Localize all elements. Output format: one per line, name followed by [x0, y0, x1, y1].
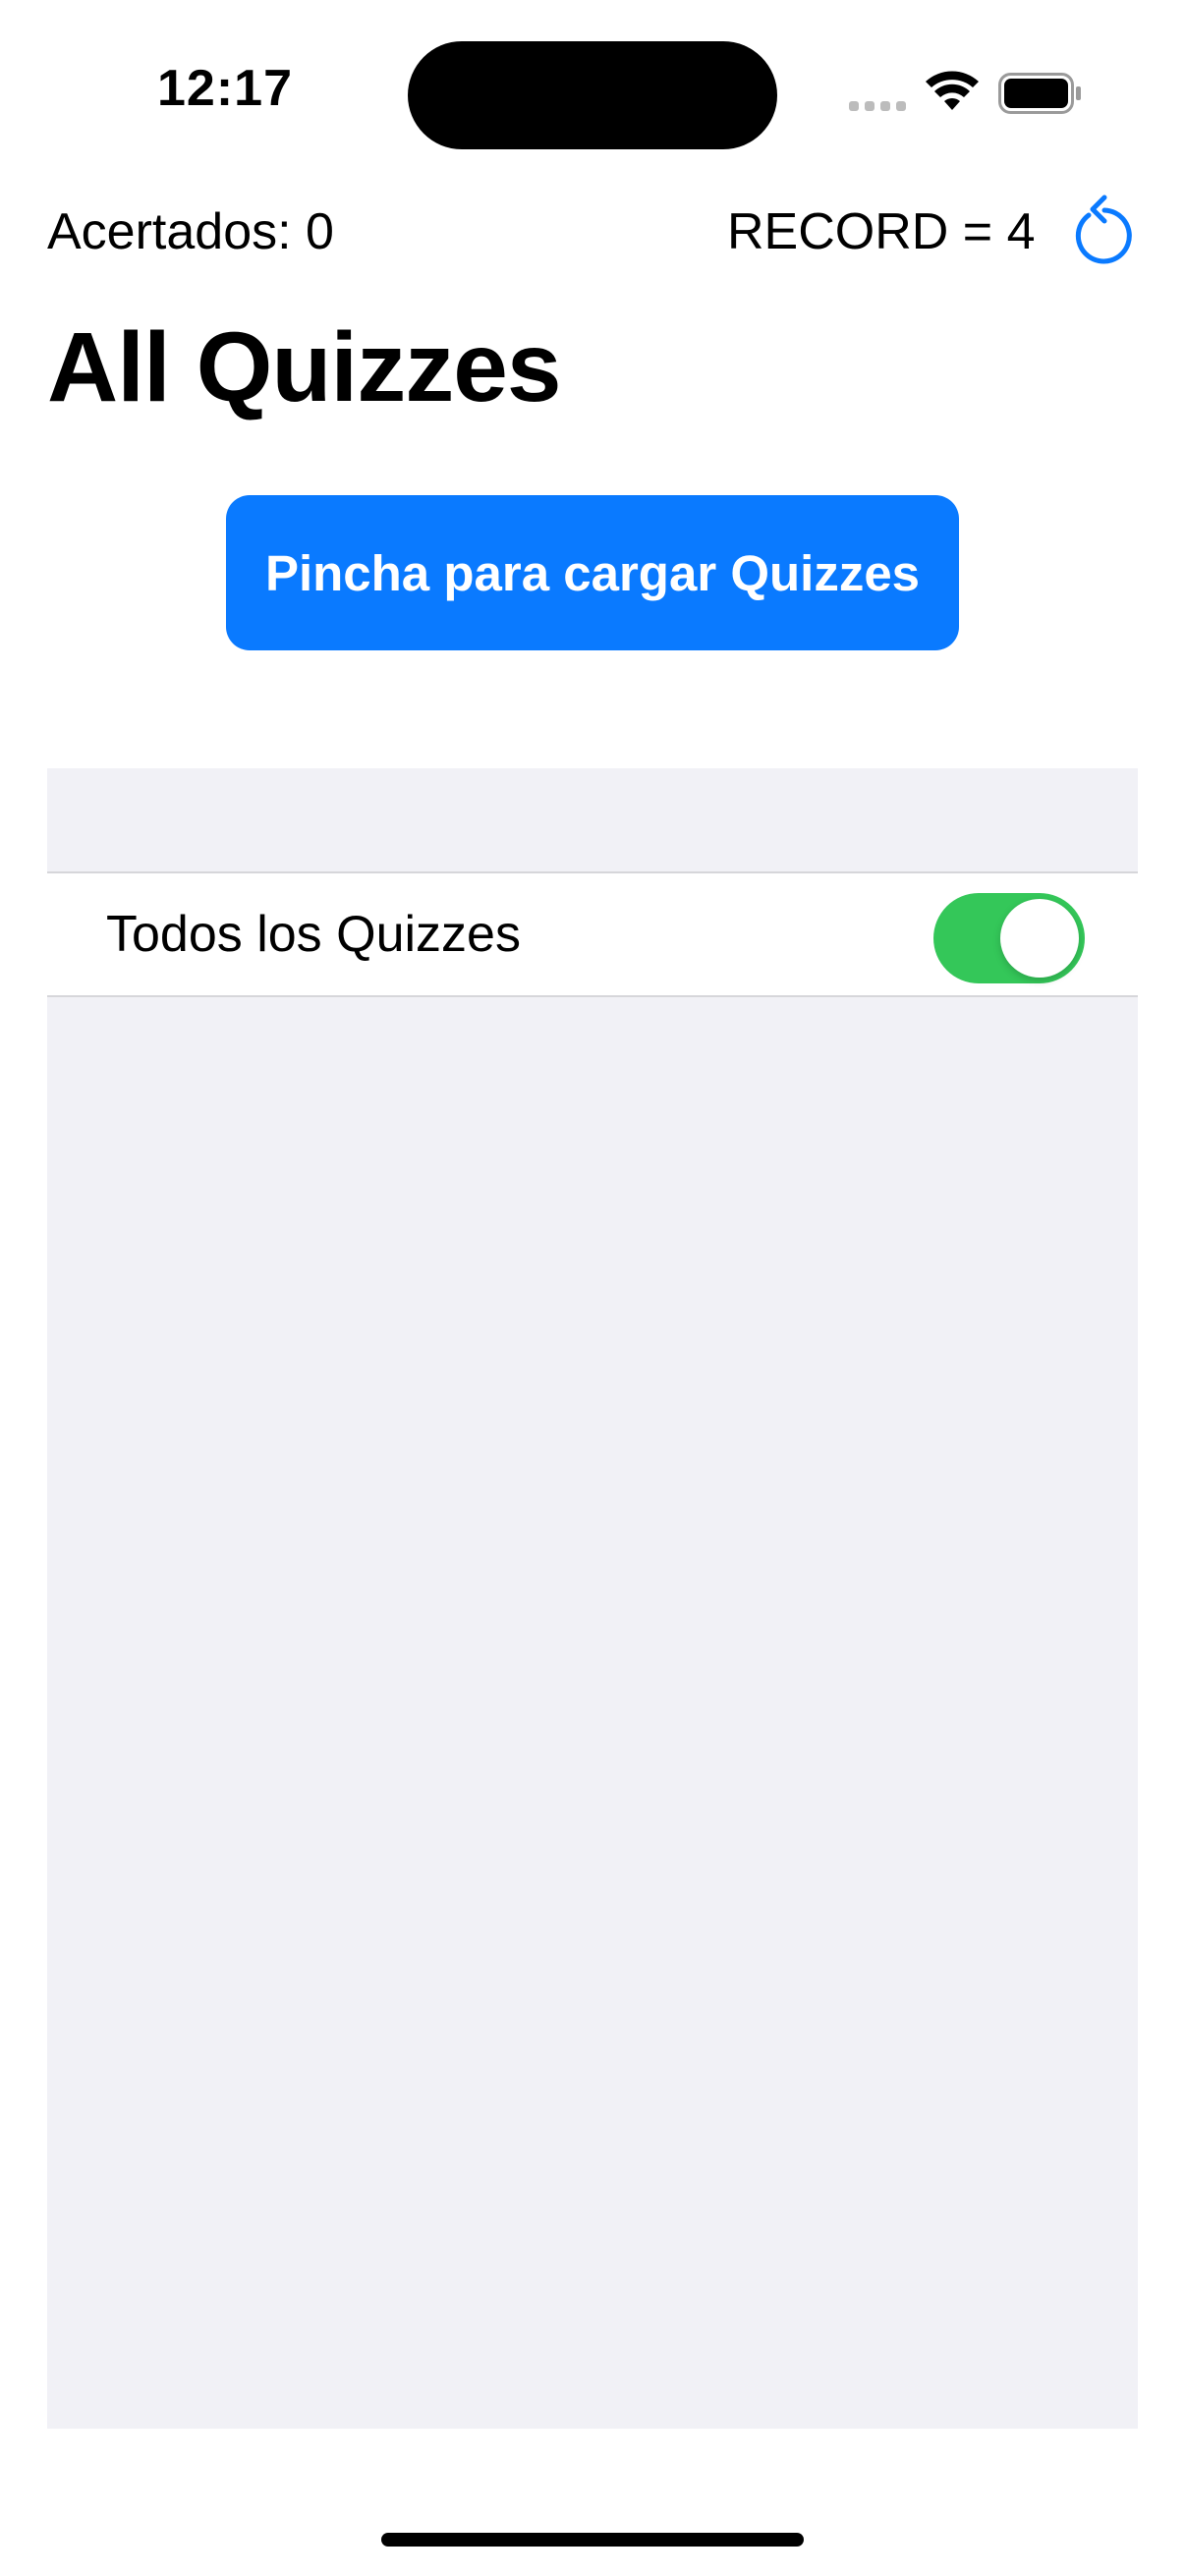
- quiz-list: Todos los Quizzes: [47, 768, 1138, 2429]
- wifi-icon: [926, 71, 979, 110]
- row-label: Todos los Quizzes: [106, 906, 521, 963]
- dynamic-island: [408, 41, 777, 149]
- home-indicator[interactable]: [381, 2533, 804, 2547]
- reload-icon: [1075, 195, 1132, 264]
- toggle-knob: [1000, 899, 1079, 978]
- app-screen: 12:17 Acertados: 0 RECORD = 4 All Quizze…: [0, 0, 1185, 2576]
- reload-button[interactable]: [1069, 189, 1140, 265]
- load-quizzes-button[interactable]: Pincha para cargar Quizzes: [226, 495, 959, 650]
- status-time: 12:17: [157, 60, 293, 117]
- record-label: RECORD = 4: [727, 203, 1036, 260]
- all-quizzes-toggle[interactable]: [933, 893, 1085, 983]
- list-item: Todos los Quizzes: [47, 871, 1138, 997]
- page-title: All Quizzes: [47, 312, 561, 422]
- score-label: Acertados: 0: [47, 203, 334, 260]
- cellular-signal-icon: [849, 101, 906, 111]
- battery-icon: [998, 73, 1081, 114]
